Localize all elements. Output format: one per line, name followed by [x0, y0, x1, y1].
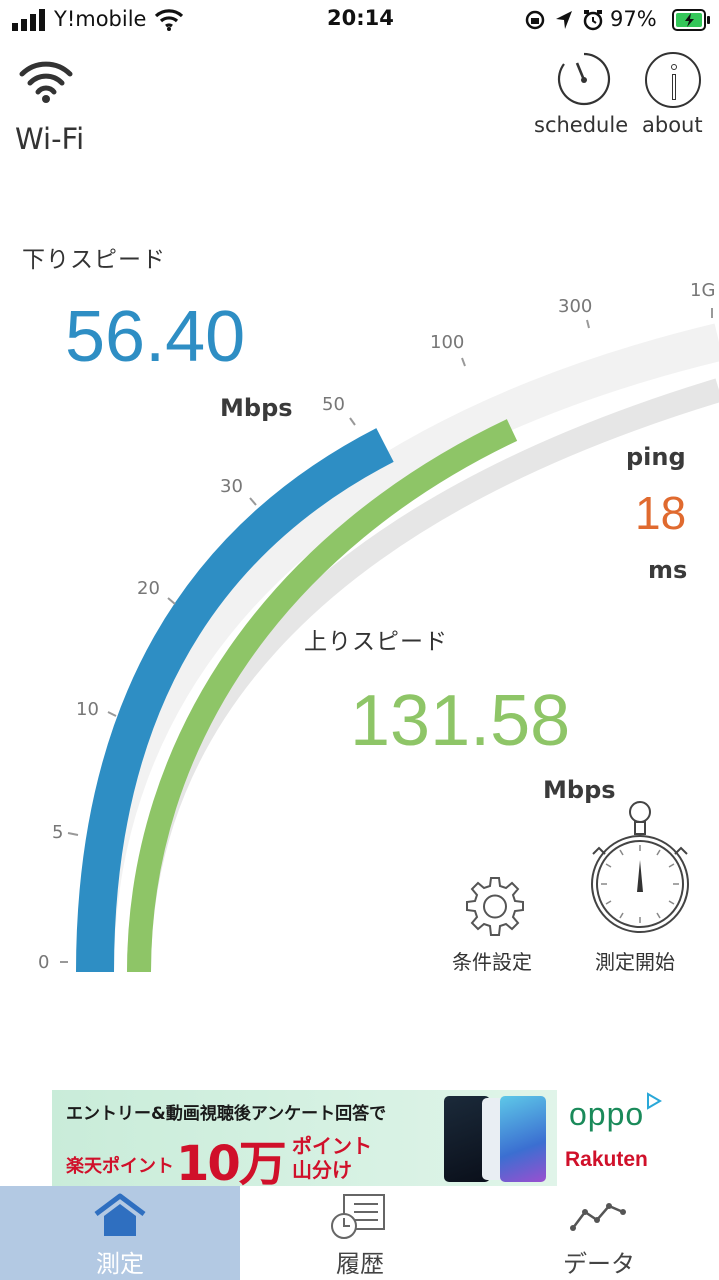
wifi-status-icon: [154, 9, 184, 31]
info-icon: [645, 52, 701, 108]
tick-label: 300: [558, 296, 592, 317]
location-icon: [556, 11, 572, 29]
alarm-icon: [583, 10, 603, 31]
stopwatch-icon: [591, 801, 689, 933]
settings-button[interactable]: 条件設定: [448, 870, 544, 974]
schedule-button[interactable]: schedule: [532, 50, 634, 142]
tab-history-label: 履歴: [336, 1250, 384, 1278]
tab-measure-label: 測定: [96, 1250, 144, 1278]
tab-data-label: データ: [563, 1250, 635, 1278]
signal-icon: [12, 9, 45, 31]
ad-banner[interactable]: エントリー&動画視聴後アンケート回答で 楽天ポイント 10万 ポイント 山分け …: [52, 1090, 666, 1186]
schedule-label: schedule: [534, 113, 629, 137]
rotation-lock-icon: [525, 10, 545, 30]
history-icon: [331, 1194, 385, 1239]
tick-label: 20: [137, 578, 160, 599]
ad-logo-area: oppo Rakuten: [557, 1090, 666, 1186]
tick-label: 50: [322, 394, 345, 415]
ad-choices-icon[interactable]: [645, 1092, 663, 1110]
tab-measure[interactable]: 測定: [0, 1186, 240, 1280]
battery-icon: [672, 9, 710, 31]
tab-data[interactable]: データ: [479, 1186, 719, 1280]
tick-label: 10: [76, 699, 99, 720]
connection-type-label: Wi-Fi: [15, 122, 85, 156]
home-icon: [94, 1193, 146, 1236]
tick-label: 1G: [690, 280, 715, 301]
tick-label: 0: [38, 952, 49, 973]
tick-label: 30: [220, 476, 243, 497]
ping-value: 18: [635, 487, 687, 539]
about-button[interactable]: about: [640, 50, 710, 142]
gear-icon: [466, 877, 524, 936]
ad-phone-image: [500, 1096, 546, 1182]
ad-rakuten-logo: Rakuten: [565, 1148, 648, 1171]
upload-label: 上りスピード: [304, 629, 448, 655]
ping-label: ping: [626, 443, 686, 471]
ad-oppo-logo: oppo: [569, 1096, 645, 1132]
start-measurement-label: 測定開始: [595, 950, 675, 974]
clock: 20:14: [327, 6, 394, 30]
ping-unit: ms: [648, 556, 688, 584]
status-bar: Y!mobile 20:14 97%: [0, 0, 719, 40]
settings-label: 条件設定: [452, 950, 532, 974]
bottom-nav: 測定 履歴 データ: [0, 1186, 719, 1280]
upload-value: 131.58: [350, 681, 571, 761]
tab-history[interactable]: 履歴: [240, 1186, 480, 1280]
tick-label: 5: [52, 822, 63, 843]
tick-label: 100: [430, 332, 464, 353]
line-chart-icon: [570, 1203, 626, 1231]
ad-split-text: 山分け: [292, 1158, 352, 1182]
wifi-icon: [19, 61, 73, 103]
carrier-name: Y!mobile: [54, 7, 147, 31]
about-label: about: [642, 113, 703, 137]
ad-headline: エントリー&動画視聴後アンケート回答で: [66, 1104, 387, 1124]
clock-dial-icon: [557, 52, 611, 106]
ad-amount: 10万: [176, 1136, 287, 1186]
battery-percent: 97%: [610, 7, 657, 31]
ad-brand-points: 楽天ポイント: [66, 1156, 174, 1177]
start-measurement-button[interactable]: 測定開始: [585, 800, 695, 974]
